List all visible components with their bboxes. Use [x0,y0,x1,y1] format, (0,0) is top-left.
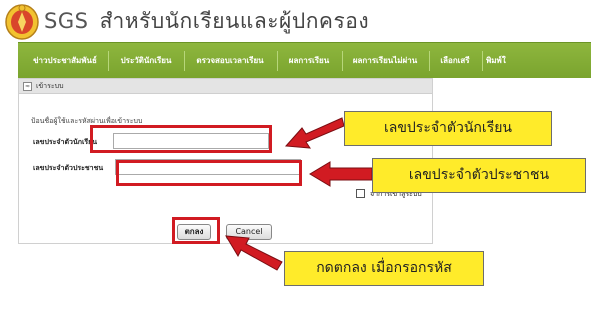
nav-divider [277,51,278,71]
student-id-highlight [90,125,272,153]
cancel-button[interactable]: Cancel [226,224,272,240]
collapse-icon[interactable]: ≈ [23,82,32,91]
student-id-label: เลขประจำตัวนักเรียน [33,138,98,146]
nav-item-print[interactable]: พิมพ์ใ [486,43,526,79]
site-header: SGS สำหรับนักเรียนและผู้ปกครอง [0,0,591,42]
site-subtitle: สำหรับนักเรียนและผู้ปกครอง [99,9,370,33]
school-logo-icon [5,4,39,40]
ok-callout: กดตกลง เมื่อกรอกรหัส [284,251,484,286]
nav-divider [108,51,109,71]
nav-item-student-profile[interactable]: ประวัตินักเรียน [112,43,180,79]
nav-item-failed-grades[interactable]: ผลการเรียนไม่ผ่าน [346,43,424,79]
remember-me-checkbox[interactable] [356,189,365,198]
login-panel-header: ≈ เข้าระบบ [19,79,432,94]
nav-item-grades[interactable]: ผลการเรียน [281,43,337,79]
nav-divider [429,51,430,71]
nav-item-news[interactable]: ข่าวประชาสัมพันธ์ [26,43,104,79]
brand-name: SGS [44,9,89,33]
main-nav: ข่าวประชาสัมพันธ์ ประวัตินักเรียน ตรวจสอ… [18,42,591,78]
site-title: SGS สำหรับนักเรียนและผู้ปกครอง [44,5,369,38]
citizen-id-label: เลขประจำตัวประชาชน [33,164,104,172]
student-id-callout: เลขประจำตัวนักเรียน [344,111,552,146]
citizen-id-highlight [116,160,302,186]
nav-divider [184,51,185,71]
nav-item-attendance[interactable]: ตรวจสอบเวลาเรียน [188,43,272,79]
ok-button-highlight [172,217,220,244]
login-panel-title: เข้าระบบ [36,82,64,90]
nav-divider [482,51,483,71]
nav-item-electives[interactable]: เลือกเสรี [433,43,477,79]
citizen-id-callout: เลขประจำตัวประชาชน [372,158,586,193]
nav-divider [342,51,343,71]
